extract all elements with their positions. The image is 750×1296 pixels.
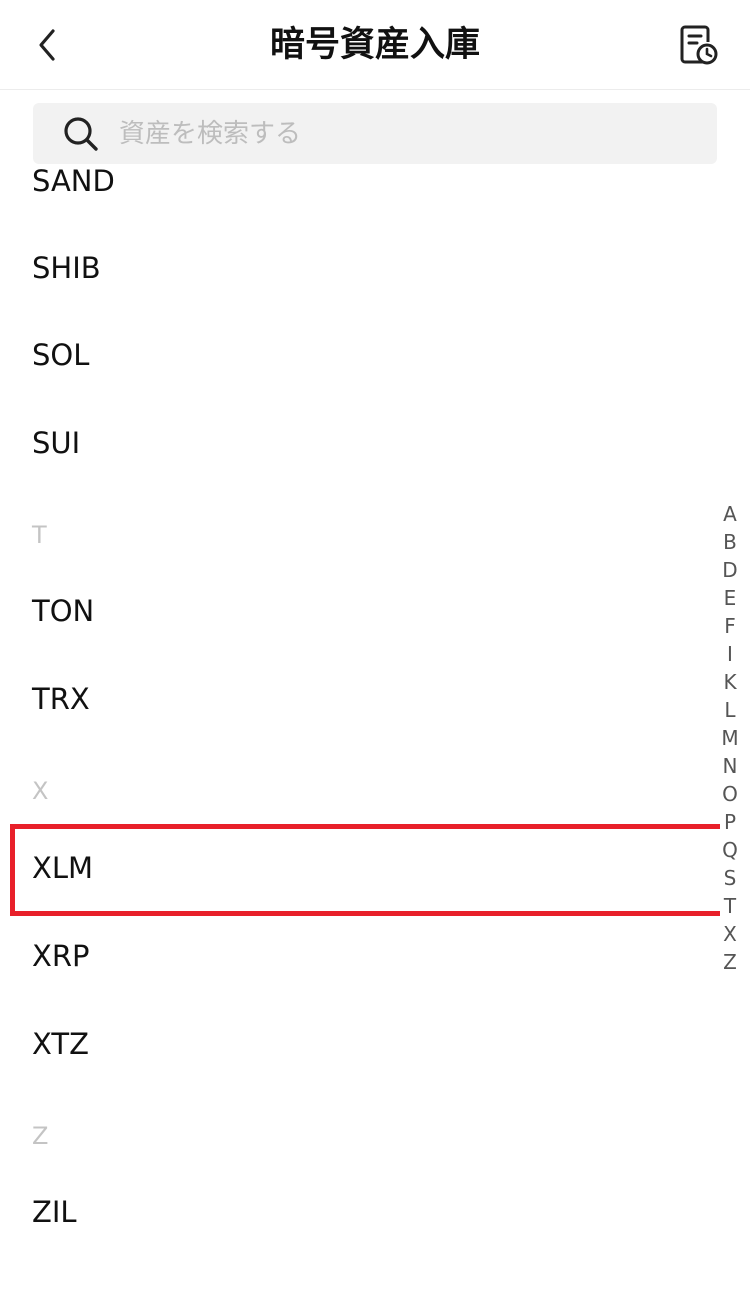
section-header: X (32, 777, 49, 805)
index-letter[interactable]: B (723, 528, 737, 556)
index-letter[interactable]: N (723, 752, 738, 780)
alphabet-index[interactable]: A B D E F I K L M N O P Q S T X Z (716, 500, 744, 976)
index-letter[interactable]: S (724, 864, 737, 892)
list-item[interactable]: SUI (0, 399, 720, 487)
list-item[interactable]: TON (0, 567, 720, 655)
index-letter[interactable]: D (722, 556, 737, 584)
section-header: Z (32, 1122, 49, 1150)
index-letter[interactable]: P (724, 808, 736, 836)
asset-symbol: XTZ (32, 1027, 89, 1061)
index-letter[interactable]: F (724, 612, 736, 640)
index-letter[interactable]: O (722, 780, 738, 808)
index-letter[interactable]: I (727, 640, 733, 668)
index-letter[interactable]: E (724, 584, 737, 612)
list-item[interactable]: SAND (0, 164, 720, 225)
list-item[interactable]: SHIB (0, 224, 720, 312)
index-letter[interactable]: X (723, 920, 737, 948)
search-bar[interactable] (33, 103, 717, 164)
asset-symbol: XLM (32, 851, 94, 885)
document-clock-icon (680, 25, 718, 65)
asset-symbol: TON (32, 594, 95, 628)
asset-symbol: SUI (32, 426, 81, 460)
list-item[interactable]: SOL (0, 311, 720, 399)
asset-symbol: TRX (32, 682, 90, 716)
list-item[interactable]: ZIL (0, 1168, 720, 1256)
search-icon (64, 116, 98, 151)
search-input[interactable] (119, 113, 679, 154)
asset-symbol: SAND (32, 164, 115, 198)
header-bar: 暗号資産入庫 (0, 0, 750, 90)
index-letter[interactable]: Z (723, 948, 737, 976)
list-item-selected[interactable]: XLM (0, 824, 720, 916)
index-letter[interactable]: A (723, 500, 737, 528)
deposit-crypto-page: 暗号資産入庫 SAND SHIB SOL SUI T TON TRX X XLM… (0, 0, 750, 1296)
history-button[interactable] (676, 22, 722, 68)
asset-symbol: XRP (32, 939, 90, 973)
asset-list[interactable]: SAND SHIB SOL SUI T TON TRX X XLM XRP XT… (0, 164, 720, 1296)
page-title: 暗号資産入庫 (269, 25, 480, 65)
list-item[interactable]: TRX (0, 655, 720, 743)
asset-symbol: SHIB (32, 251, 101, 285)
list-item[interactable]: XRP (0, 912, 720, 1000)
index-letter[interactable]: T (724, 892, 736, 920)
asset-symbol: SOL (32, 338, 90, 372)
list-item[interactable]: XTZ (0, 1000, 720, 1088)
index-letter[interactable]: L (724, 696, 735, 724)
index-letter[interactable]: Q (722, 836, 738, 864)
index-letter[interactable]: K (723, 668, 736, 696)
index-letter[interactable]: M (721, 724, 738, 752)
asset-symbol: ZIL (32, 1195, 77, 1229)
section-header: T (32, 521, 47, 549)
